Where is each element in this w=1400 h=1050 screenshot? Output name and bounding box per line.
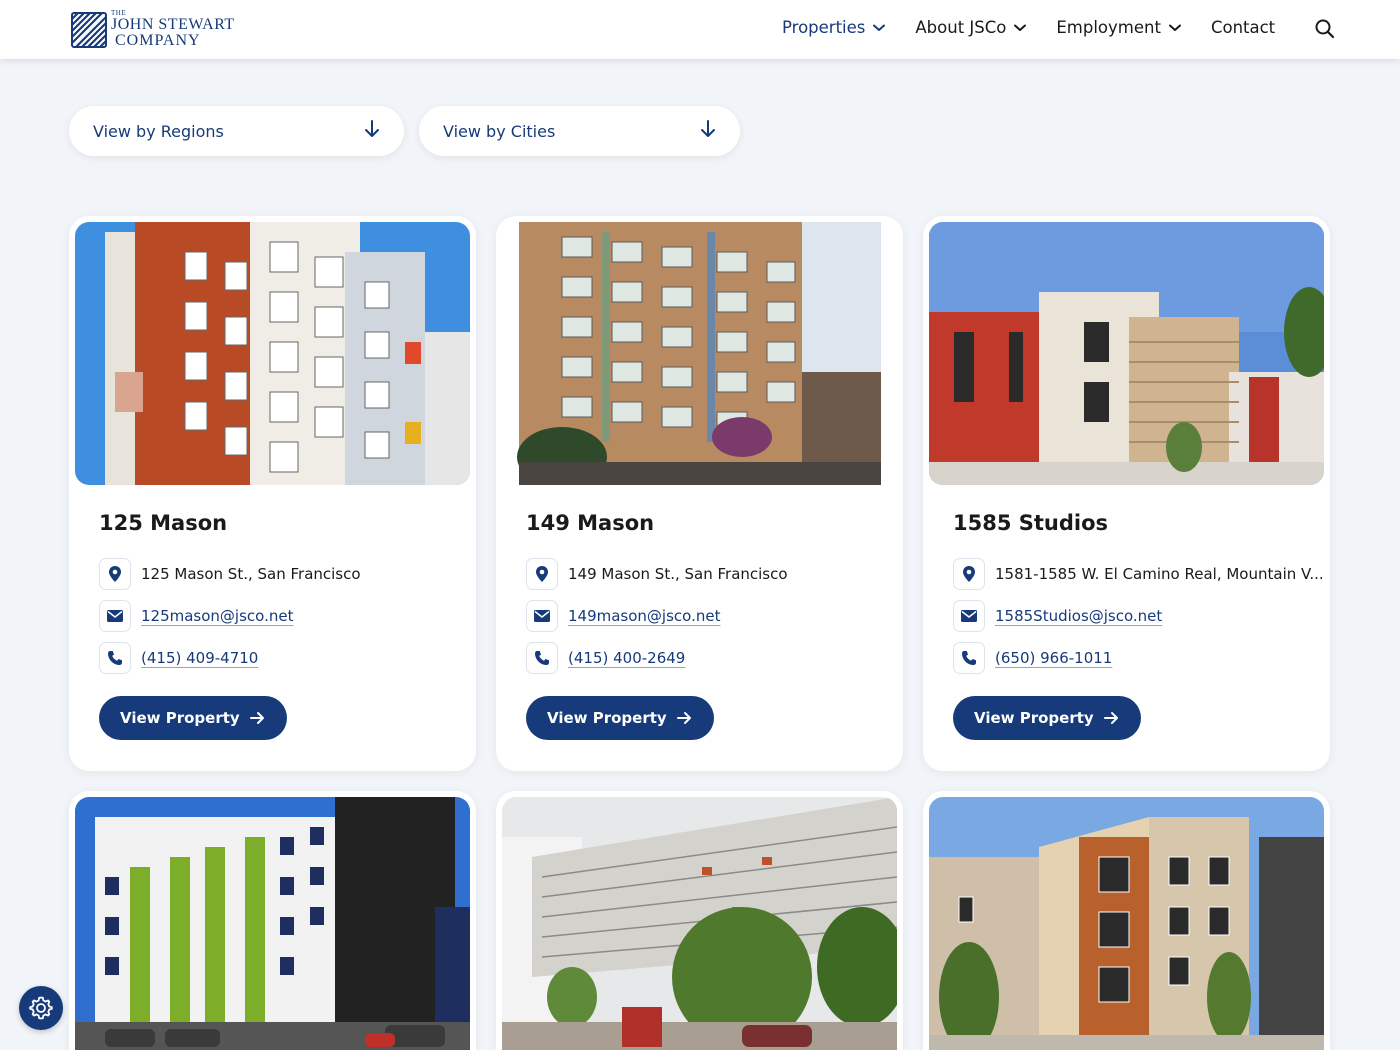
address-row: 1581-1585 W. El Camino Real, Mountain V.…: [953, 558, 1324, 590]
view-property-button[interactable]: View Property: [526, 696, 714, 740]
main-nav: Properties About JSCo Employment Contact: [782, 18, 1275, 37]
arrow-down-icon: [364, 120, 380, 142]
arrow-right-icon: [249, 711, 265, 725]
nav-employment[interactable]: Employment: [1056, 18, 1181, 37]
logo-line-1: JOHN STEWART: [111, 16, 235, 33]
property-address: 149 Mason St., San Francisco: [568, 565, 788, 583]
property-name: 1585 Studios: [953, 511, 1109, 535]
view-property-label: View Property: [974, 709, 1094, 727]
search-icon[interactable]: [1314, 18, 1336, 44]
property-photo[interactable]: [929, 222, 1324, 485]
property-card: [923, 791, 1330, 1050]
property-address: 1581-1585 W. El Camino Real, Mountain V.…: [995, 565, 1324, 583]
property-photo[interactable]: [502, 797, 897, 1050]
nav-employment-label: Employment: [1056, 18, 1161, 37]
gear-icon[interactable]: [19, 986, 63, 1030]
phone-row: (415) 409-4710: [99, 642, 258, 674]
property-card-1585-studios: 1585 Studios 1581-1585 W. El Camino Real…: [923, 216, 1330, 771]
address-row: 125 Mason St., San Francisco: [99, 558, 361, 590]
property-email-link[interactable]: 1585Studios@jsco.net: [995, 607, 1162, 625]
nav-about-label: About JSCo: [915, 18, 1007, 37]
chevron-down-icon: [1014, 24, 1027, 32]
view-property-button[interactable]: View Property: [99, 696, 287, 740]
nav-properties-label: Properties: [782, 18, 866, 37]
view-property-label: View Property: [547, 709, 667, 727]
email-row: 1585Studios@jsco.net: [953, 600, 1162, 632]
view-property-label: View Property: [120, 709, 240, 727]
phone-icon: [953, 642, 985, 674]
nav-contact-label: Contact: [1210, 18, 1276, 37]
view-by-cities-dropdown[interactable]: View by Cities: [419, 106, 740, 156]
view-property-button[interactable]: View Property: [953, 696, 1141, 740]
property-card: [496, 791, 903, 1050]
arrow-down-icon: [700, 120, 716, 142]
property-email-link[interactable]: 125mason@jsco.net: [141, 607, 293, 625]
email-row: 125mason@jsco.net: [99, 600, 293, 632]
map-pin-icon: [953, 558, 985, 590]
email-row: 149mason@jsco.net: [526, 600, 720, 632]
envelope-icon: [99, 600, 131, 632]
view-by-regions-label: View by Regions: [93, 121, 224, 141]
chevron-down-icon: [1168, 24, 1181, 32]
phone-icon: [526, 642, 558, 674]
view-by-cities-label: View by Cities: [443, 121, 556, 141]
chevron-down-icon: [873, 24, 886, 32]
site-header: THE JOHN STEWART COMPANY Properties Abou…: [0, 0, 1400, 59]
phone-row: (415) 400-2649: [526, 642, 685, 674]
nav-properties[interactable]: Properties: [782, 18, 886, 37]
property-photo[interactable]: [75, 797, 470, 1050]
envelope-icon: [953, 600, 985, 632]
property-address: 125 Mason St., San Francisco: [141, 565, 361, 583]
property-photo[interactable]: [75, 222, 470, 485]
map-pin-icon: [99, 558, 131, 590]
nav-contact[interactable]: Contact: [1211, 18, 1275, 37]
nav-about[interactable]: About JSCo: [915, 18, 1027, 37]
phone-row: (650) 966-1011: [953, 642, 1112, 674]
property-name: 125 Mason: [99, 511, 228, 535]
arrow-right-icon: [676, 711, 692, 725]
address-row: 149 Mason St., San Francisco: [526, 558, 788, 590]
property-card-125-mason: 125 Mason 125 Mason St., San Francisco 1…: [69, 216, 476, 771]
company-logo[interactable]: THE JOHN STEWART COMPANY: [71, 10, 235, 49]
logo-wordmark: THE JOHN STEWART COMPANY: [111, 10, 235, 49]
map-pin-icon: [526, 558, 558, 590]
property-photo[interactable]: [502, 222, 897, 485]
property-phone-link[interactable]: (415) 409-4710: [141, 649, 258, 667]
envelope-icon: [526, 600, 558, 632]
property-name: 149 Mason: [526, 511, 655, 535]
property-phone-link[interactable]: (650) 966-1011: [995, 649, 1112, 667]
phone-icon: [99, 642, 131, 674]
view-by-regions-dropdown[interactable]: View by Regions: [69, 106, 404, 156]
property-card-149-mason: 149 Mason 149 Mason St., San Francisco 1…: [496, 216, 903, 771]
property-email-link[interactable]: 149mason@jsco.net: [568, 607, 720, 625]
logo-stripes-icon: [71, 11, 107, 48]
arrow-right-icon: [1103, 711, 1119, 725]
property-photo[interactable]: [929, 797, 1324, 1050]
logo-line-2: COMPANY: [115, 32, 201, 49]
property-card: [69, 791, 476, 1050]
property-phone-link[interactable]: (415) 400-2649: [568, 649, 685, 667]
